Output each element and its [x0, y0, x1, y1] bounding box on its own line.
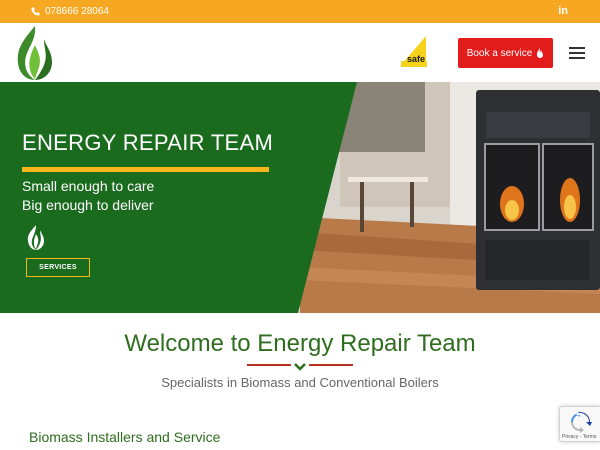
hero-tagline-1: Small enough to care: [22, 178, 155, 194]
chevron-divider-icon: [247, 363, 353, 371]
hero-divider: [22, 167, 269, 172]
flame-logo-icon[interactable]: [14, 25, 56, 81]
book-service-label: Book a service: [466, 47, 533, 59]
book-service-button[interactable]: Book a service: [458, 38, 553, 68]
hero-banner: ENERGY REPAIR TEAM Small enough to care …: [0, 82, 600, 313]
white-flame-icon: [27, 225, 44, 250]
hero-title: ENERGY REPAIR TEAM: [22, 130, 274, 155]
hamburger-menu-icon[interactable]: [569, 47, 585, 59]
site-header: safe Book a service: [0, 23, 600, 82]
phone-icon: [31, 7, 40, 16]
recaptcha-badge[interactable]: Privacy - Terms: [559, 406, 600, 442]
recaptcha-footer[interactable]: Privacy - Terms: [562, 434, 596, 440]
svg-text:safe: safe: [407, 54, 425, 64]
phone-link[interactable]: 078666 28064: [31, 6, 109, 17]
section-heading: Biomass Installers and Service: [29, 429, 221, 445]
flame-icon: [537, 48, 544, 58]
services-button[interactable]: SERVICES: [26, 258, 90, 277]
phone-number: 078666 28064: [45, 6, 109, 17]
gas-safe-logo-icon: safe: [401, 36, 427, 67]
welcome-subtitle: Specialists in Biomass and Conventional …: [161, 375, 439, 390]
recaptcha-icon: [571, 411, 592, 433]
top-bar: 078666 28064 in: [0, 0, 600, 23]
linkedin-icon[interactable]: in: [558, 5, 568, 17]
hero-tagline-2: Big enough to deliver: [22, 197, 154, 213]
welcome-heading: Welcome to Energy Repair Team: [124, 330, 476, 357]
